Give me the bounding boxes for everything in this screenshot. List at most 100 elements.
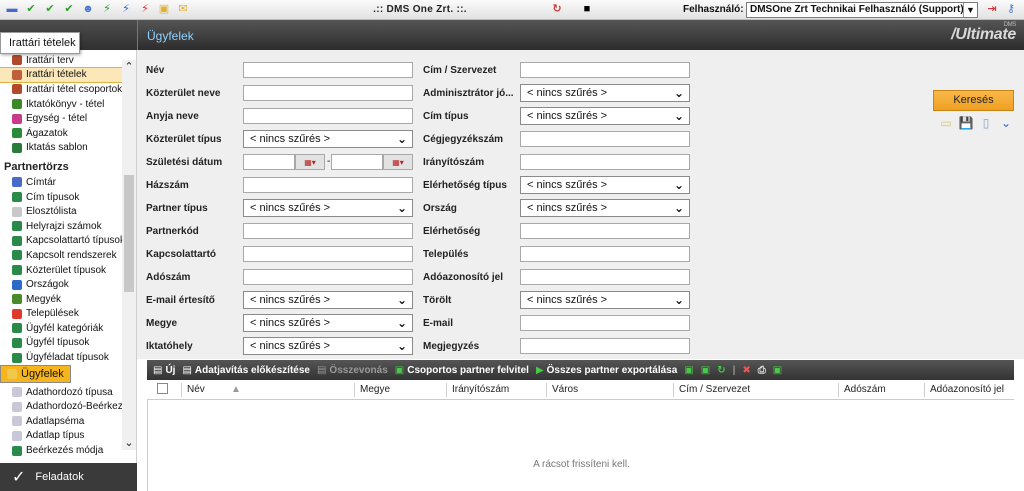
check-icon[interactable]: ✔	[62, 3, 76, 17]
sidebar-item[interactable]: Ügyfelek	[0, 364, 71, 383]
lightning-red-icon[interactable]: ⚡	[138, 3, 152, 17]
sidebar-item[interactable]: Megyék	[0, 292, 122, 307]
pin-icon[interactable]: ⇥	[985, 3, 999, 17]
group-add-button[interactable]: ▣ Csoportos partner felvitel	[395, 365, 529, 376]
text-input[interactable]	[520, 154, 690, 170]
text-input[interactable]	[243, 108, 413, 124]
text-input[interactable]	[520, 223, 690, 239]
print-icon[interactable]: ⎙	[758, 365, 766, 376]
sidebar-item[interactable]: Elosztólista	[0, 204, 122, 219]
filter-select[interactable]: < nincs szűrés > ⌄	[520, 84, 690, 102]
text-input[interactable]	[243, 177, 413, 193]
text-input[interactable]	[243, 85, 413, 101]
export-all-button[interactable]: ▶ Összes partner exportálása	[536, 365, 677, 376]
sidebar-item[interactable]: Ügyfél kategóriák	[0, 321, 122, 336]
sidebar-item[interactable]: Ügyfél típusok	[0, 336, 122, 351]
merge-button[interactable]: ▤ Összevonás	[317, 365, 388, 376]
text-input[interactable]	[520, 269, 690, 285]
dropdown-icon[interactable]: ⌄	[997, 114, 1015, 132]
filter-select[interactable]: < nincs szűrés > ⌄	[520, 199, 690, 217]
chevron-down-icon[interactable]: ⌄	[122, 436, 136, 450]
date-from-input[interactable]	[243, 154, 295, 170]
text-input[interactable]	[243, 62, 413, 78]
text-input[interactable]	[243, 246, 413, 262]
check-icon[interactable]: ✔	[24, 3, 38, 17]
text-input[interactable]	[243, 223, 413, 239]
document-icon[interactable]: ▯	[977, 114, 995, 132]
col-adoazonosito[interactable]: Adóazonosító jel	[930, 384, 1004, 395]
filter-select[interactable]: < nincs szűrés > ⌄	[243, 314, 413, 332]
sidebar-item[interactable]: Adathordozó típusa	[0, 385, 122, 400]
text-input[interactable]	[520, 315, 690, 331]
text-input[interactable]	[520, 246, 690, 262]
note-icon[interactable]: ▣	[157, 3, 171, 17]
col-adoszam[interactable]: Adószám	[844, 384, 886, 395]
message-icon[interactable]: ✉	[176, 3, 190, 17]
select-all-checkbox[interactable]	[157, 383, 168, 397]
refresh-icon[interactable]: ↻	[550, 3, 564, 17]
sidebar-item[interactable]: Adatlapséma	[0, 414, 122, 429]
col-megye[interactable]: Megye	[360, 384, 390, 395]
delete-icon[interactable]: ✖	[742, 365, 750, 376]
calendar-icon[interactable]: ▦▾	[383, 154, 413, 170]
check-icon[interactable]: ✔	[43, 3, 57, 17]
prepare-button[interactable]: ▤ Adatjavítás előkészítése	[182, 365, 310, 376]
sidebar-item[interactable]: Irattári tételek	[0, 66, 122, 84]
filter-select[interactable]: < nincs szűrés > ⌄	[243, 199, 413, 217]
sidebar-scrollbar[interactable]: ⌃ ⌄	[122, 60, 136, 450]
refresh-icon[interactable]: ↻	[717, 365, 725, 376]
sidebar-item[interactable]: Kapcsolt rendszerek	[0, 248, 122, 263]
sidebar-item[interactable]: Cím típusok	[0, 190, 122, 205]
import-excel-icon[interactable]: ▣	[701, 365, 710, 376]
text-input[interactable]	[243, 269, 413, 285]
col-varos[interactable]: Város	[552, 384, 578, 395]
export-excel-icon[interactable]: ▣	[684, 365, 693, 376]
text-input[interactable]	[520, 338, 690, 354]
col-iranyitoszam[interactable]: Irányítószám	[452, 384, 509, 395]
window-icon[interactable]: ▬	[5, 3, 19, 17]
text-input[interactable]	[520, 62, 690, 78]
sidebar-item[interactable]: Országok	[0, 277, 122, 292]
col-cim[interactable]: Cím / Szervezet	[679, 384, 750, 395]
user-select[interactable]: DMSOne Zrt Technikai Felhasználó (Suppor…	[746, 2, 978, 18]
sidebar-item[interactable]: Ágazatok	[0, 126, 122, 141]
calendar-icon[interactable]: ▦▾	[295, 154, 325, 170]
stop-icon[interactable]: ■	[580, 3, 594, 17]
users-icon[interactable]: ☻	[81, 3, 95, 17]
excel-icon[interactable]: ▣	[773, 365, 782, 376]
search-button[interactable]: Keresés	[933, 90, 1014, 111]
lightning-green-icon[interactable]: ⚡	[100, 3, 114, 17]
filter-select[interactable]: < nincs szűrés > ⌄	[243, 291, 413, 309]
sidebar-item[interactable]: Egység - tétel	[0, 111, 122, 126]
sidebar-item[interactable]: Beérkezés módja	[0, 443, 122, 458]
sidebar-item[interactable]: Helyrajzi számok	[0, 219, 122, 234]
filter-select[interactable]: < nincs szűrés > ⌄	[520, 291, 690, 309]
filter-select[interactable]: < nincs szűrés > ⌄	[243, 337, 413, 355]
new-button[interactable]: ▤ Új	[153, 365, 175, 376]
sidebar-item[interactable]: Irattári terv	[0, 53, 122, 68]
date-to-input[interactable]	[331, 154, 383, 170]
sidebar-item[interactable]: Adatlap típus	[0, 429, 122, 444]
sidebar-group[interactable]: Partnertörzs	[0, 158, 122, 175]
sidebar-item[interactable]: Iktatás sablon	[0, 141, 122, 156]
key-icon[interactable]: ⚷	[1004, 3, 1018, 17]
scroll-thumb[interactable]	[124, 175, 134, 292]
sidebar-item[interactable]: Kapcsolattartó típusok	[0, 234, 122, 249]
folder-icon[interactable]: ▭	[937, 114, 955, 132]
filter-select[interactable]: < nincs szűrés > ⌄	[243, 130, 413, 148]
filter-select[interactable]: < nincs szűrés > ⌄	[520, 176, 690, 194]
sidebar-item[interactable]: Címtár	[0, 175, 122, 190]
sidebar-item[interactable]: Települések	[0, 307, 122, 322]
filter-select[interactable]: < nincs szűrés > ⌄	[520, 107, 690, 125]
sidebar-item[interactable]: Irattári tétel csoportok	[0, 82, 122, 97]
save-icon[interactable]: 💾	[957, 114, 975, 132]
sidebar-item[interactable]: Ügyféladat típusok	[0, 350, 122, 365]
lightning-blue-icon[interactable]: ⚡	[119, 3, 133, 17]
text-input[interactable]	[520, 131, 690, 147]
tasks-button[interactable]: ✓ Feladatok	[0, 463, 137, 491]
chevron-up-icon[interactable]: ⌃	[122, 60, 136, 74]
sidebar-item[interactable]: Közterület típusok	[0, 263, 122, 278]
col-nev[interactable]: Név	[187, 384, 205, 395]
sidebar-item[interactable]: Iktatókönyv - tétel	[0, 97, 122, 112]
sidebar-item[interactable]: Adathordozó-Beérkezés	[0, 399, 122, 414]
